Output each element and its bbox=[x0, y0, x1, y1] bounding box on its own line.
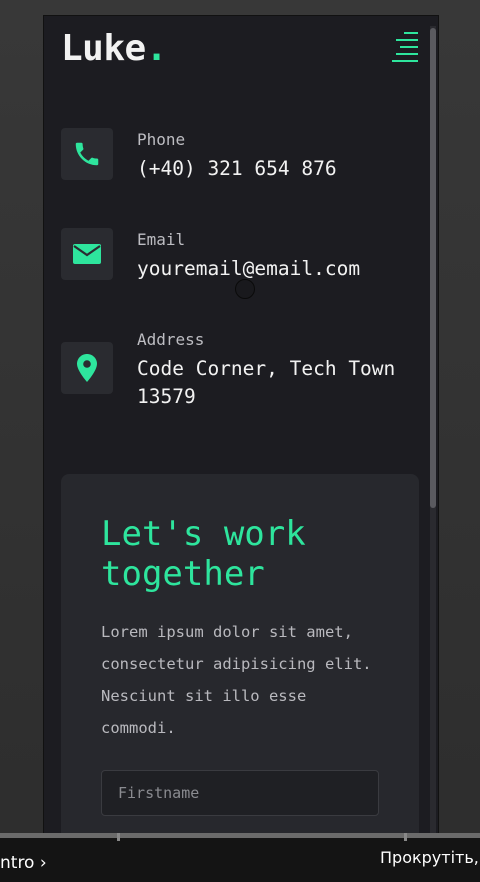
mouse-cursor bbox=[235, 279, 255, 299]
location-pin-icon bbox=[61, 342, 113, 394]
card-text-line: Nesciunt sit illo esse bbox=[101, 687, 307, 705]
card-text-line: commodi. bbox=[101, 719, 176, 737]
hamburger-menu-icon[interactable] bbox=[392, 32, 418, 62]
card-text-line: Lorem ipsum dolor sit amet, bbox=[101, 623, 353, 641]
chapter-title-text: ntro bbox=[0, 853, 35, 873]
address-label: Address bbox=[137, 330, 205, 349]
chapter-marker bbox=[404, 833, 407, 841]
scrollbar-thumb[interactable] bbox=[430, 28, 436, 508]
menu-line bbox=[404, 32, 418, 34]
chapter-marker bbox=[117, 833, 120, 841]
progress-track[interactable] bbox=[0, 833, 480, 838]
chapter-title[interactable]: ntro › bbox=[0, 853, 47, 873]
email-label: Email bbox=[137, 230, 186, 249]
phone-icon bbox=[61, 128, 113, 180]
menu-line bbox=[396, 39, 418, 41]
mobile-viewport: Luke. Phone (+40) 321 654 876 Email your… bbox=[44, 16, 438, 866]
address-value-line1: Code Corner, Tech Town bbox=[137, 357, 396, 380]
card-description: Lorem ipsum dolor sit amet, consectetur … bbox=[101, 616, 401, 744]
logo-dot: . bbox=[145, 28, 168, 69]
card-text-line: consectetur adipisicing elit. bbox=[101, 655, 372, 673]
site-logo[interactable]: Luke. bbox=[61, 28, 167, 69]
menu-line bbox=[400, 46, 418, 48]
phone-value[interactable]: (+40) 321 654 876 bbox=[137, 155, 337, 183]
chevron-right-icon: › bbox=[39, 853, 47, 873]
menu-line bbox=[392, 60, 418, 62]
address-value-line2: 13579 bbox=[137, 385, 196, 408]
menu-line bbox=[396, 53, 418, 55]
firstname-input[interactable] bbox=[101, 770, 379, 816]
card-title-line: Let's work bbox=[101, 514, 306, 554]
card-title-line: together bbox=[101, 554, 265, 594]
logo-text: Luke bbox=[61, 28, 146, 69]
mail-icon bbox=[61, 228, 113, 280]
card-title: Let's work together bbox=[101, 514, 401, 594]
contact-form-card: Let's work together Lorem ipsum dolor si… bbox=[61, 474, 419, 866]
scroll-hint: Прокрутіть, bbox=[380, 848, 479, 867]
phone-label: Phone bbox=[137, 130, 186, 149]
